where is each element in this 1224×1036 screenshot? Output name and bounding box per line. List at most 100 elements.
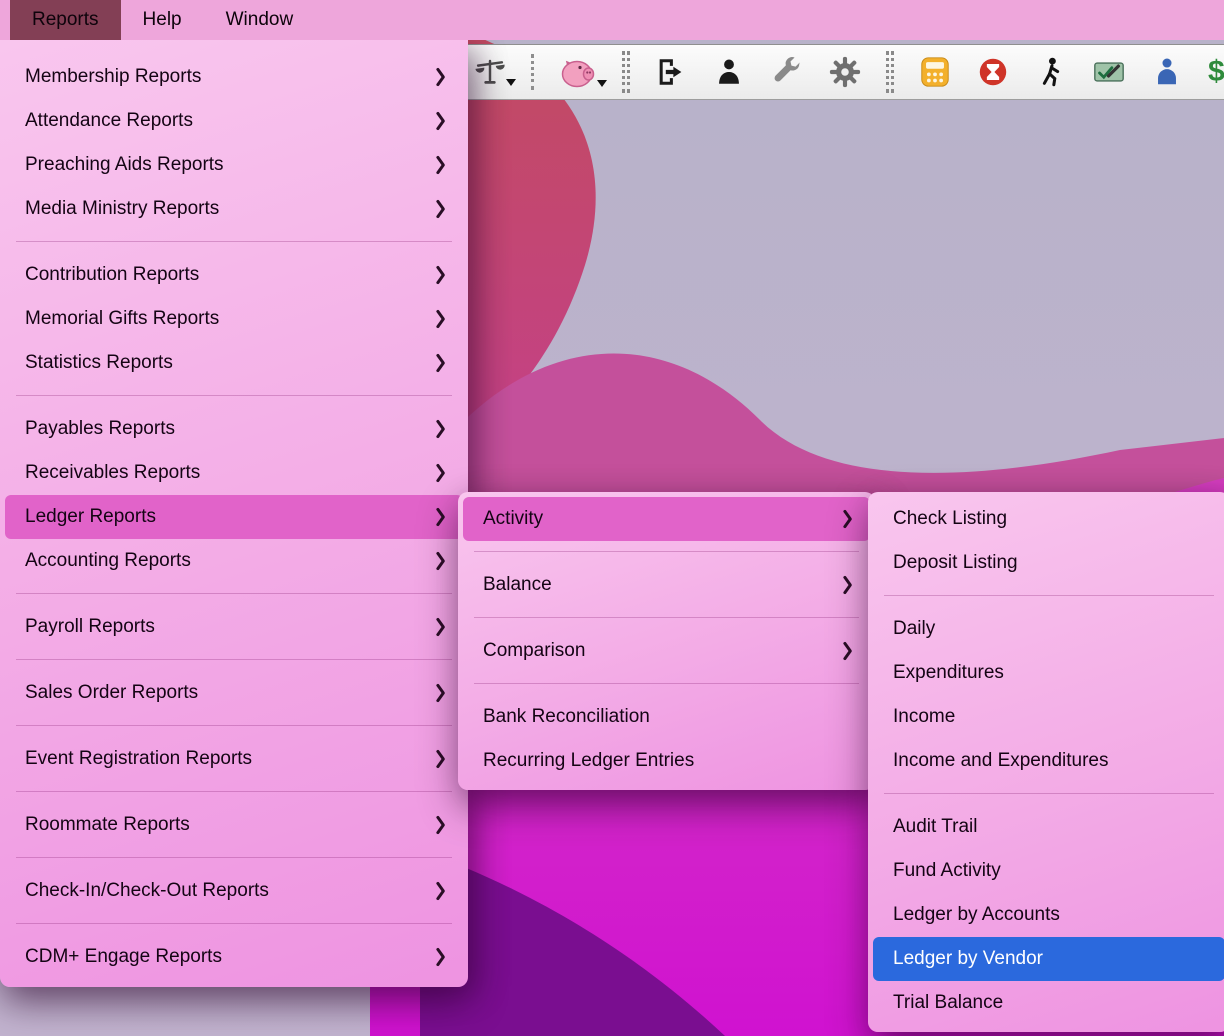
- toolbar-separator: [531, 54, 534, 90]
- hourglass-icon[interactable]: [976, 55, 1010, 89]
- piggy-bank-icon[interactable]: [558, 54, 598, 90]
- menu-item-expenditures[interactable]: Expenditures: [873, 651, 1224, 695]
- menu-item-media-ministry-reports[interactable]: Media Ministry Reports: [5, 187, 463, 231]
- menu-item-label: Trial Balance: [893, 992, 1210, 1014]
- menu-item-membership-reports[interactable]: Membership Reports: [5, 55, 463, 99]
- check-register-icon[interactable]: [1092, 55, 1126, 89]
- submenu-chevron-icon: [436, 507, 448, 527]
- menu-item-label: Bank Reconciliation: [483, 706, 855, 728]
- menu-separator: [16, 857, 452, 858]
- menu-separator: [16, 395, 452, 396]
- scales-icon[interactable]: [473, 55, 507, 89]
- submenu-chevron-icon: [843, 509, 855, 529]
- submenu-chevron-icon: [436, 683, 448, 703]
- submenu-chevron-icon: [436, 111, 448, 131]
- toolbar-group-separator: [886, 51, 894, 93]
- submenu-chevron-icon: [436, 617, 448, 637]
- menu-item-roommate-reports[interactable]: Roommate Reports: [5, 803, 463, 847]
- submenu-chevron-icon: [843, 575, 855, 595]
- menu-item-bank-reconciliation[interactable]: Bank Reconciliation: [463, 695, 870, 739]
- gear-icon[interactable]: [828, 55, 862, 89]
- menu-item-label: Income and Expenditures: [893, 750, 1210, 772]
- submenu-chevron-icon: [436, 265, 448, 285]
- menu-separator: [16, 593, 452, 594]
- menu-item-income-and-expenditures[interactable]: Income and Expenditures: [873, 739, 1224, 783]
- menu-item-contribution-reports[interactable]: Contribution Reports: [5, 253, 463, 297]
- menubar: Reports Help Window: [0, 0, 1224, 40]
- menu-item-label: Deposit Listing: [893, 552, 1210, 574]
- menu-item-statistics-reports[interactable]: Statistics Reports: [5, 341, 463, 385]
- menu-item-sales-order-reports[interactable]: Sales Order Reports: [5, 671, 463, 715]
- menu-item-label: Balance: [483, 574, 843, 596]
- calculator-icon[interactable]: [918, 55, 952, 89]
- menu-item-label: Attendance Reports: [25, 110, 436, 132]
- menubar-item-help[interactable]: Help: [121, 0, 204, 40]
- menu-item-label: Activity: [483, 508, 843, 530]
- menu-item-deposit-listing[interactable]: Deposit Listing: [873, 541, 1224, 585]
- wrench-icon[interactable]: [770, 55, 804, 89]
- submenu-chevron-icon: [436, 199, 448, 219]
- menu-item-label: Audit Trail: [893, 816, 1210, 838]
- menu-item-label: Preaching Aids Reports: [25, 154, 436, 176]
- submenu-chevron-icon: [436, 749, 448, 769]
- menu-item-income[interactable]: Income: [873, 695, 1224, 739]
- menu-item-fund-activity[interactable]: Fund Activity: [873, 849, 1224, 893]
- menu-item-check-listing[interactable]: Check Listing: [873, 497, 1224, 541]
- menu-item-ledger-by-accounts[interactable]: Ledger by Accounts: [873, 893, 1224, 937]
- menu-item-label: Membership Reports: [25, 66, 436, 88]
- menu-separator: [474, 683, 859, 684]
- menu-item-ledger-reports[interactable]: Ledger Reports: [5, 495, 463, 539]
- menu-item-accounting-reports[interactable]: Accounting Reports: [5, 539, 463, 583]
- menu-item-payables-reports[interactable]: Payables Reports: [5, 407, 463, 451]
- menu-item-label: Memorial Gifts Reports: [25, 308, 436, 330]
- submenu-chevron-icon: [436, 463, 448, 483]
- menu-item-label: CDM+ Engage Reports: [25, 946, 436, 968]
- menu-item-label: Roommate Reports: [25, 814, 436, 836]
- menu-separator: [16, 923, 452, 924]
- menu-item-payroll-reports[interactable]: Payroll Reports: [5, 605, 463, 649]
- menu-item-comparison[interactable]: Comparison: [463, 629, 870, 673]
- menu-item-label: Ledger by Vendor: [893, 948, 1210, 970]
- menu-item-cdm-engage-reports[interactable]: CDM+ Engage Reports: [5, 935, 463, 979]
- menu-item-activity[interactable]: Activity: [463, 497, 870, 541]
- dollar-icon[interactable]: $: [1208, 55, 1224, 89]
- menu-item-label: Recurring Ledger Entries: [483, 750, 855, 772]
- menu-item-receivables-reports[interactable]: Receivables Reports: [5, 451, 463, 495]
- menu-item-label: Event Registration Reports: [25, 748, 436, 770]
- menu-item-memorial-gifts-reports[interactable]: Memorial Gifts Reports: [5, 297, 463, 341]
- dropdown-caret-icon: [506, 79, 516, 86]
- menu-separator: [16, 659, 452, 660]
- menu-item-check-in-check-out-reports[interactable]: Check-In/Check-Out Reports: [5, 869, 463, 913]
- person-icon[interactable]: [712, 55, 746, 89]
- menu-item-label: Check Listing: [893, 508, 1210, 530]
- menu-item-attendance-reports[interactable]: Attendance Reports: [5, 99, 463, 143]
- menu-item-label: Income: [893, 706, 1210, 728]
- menu-item-preaching-aids-reports[interactable]: Preaching Aids Reports: [5, 143, 463, 187]
- menu-separator: [474, 617, 859, 618]
- walking-person-icon[interactable]: [1034, 55, 1068, 89]
- menu-separator: [884, 793, 1214, 794]
- exit-door-icon[interactable]: [654, 55, 688, 89]
- menu-item-label: Daily: [893, 618, 1210, 640]
- menubar-item-window[interactable]: Window: [204, 0, 316, 40]
- submenu-chevron-icon: [436, 155, 448, 175]
- menu-item-label: Payroll Reports: [25, 616, 436, 638]
- menu-item-audit-trail[interactable]: Audit Trail: [873, 805, 1224, 849]
- menu-separator: [16, 791, 452, 792]
- menubar-item-reports[interactable]: Reports: [10, 0, 121, 40]
- menu-item-recurring-ledger-entries[interactable]: Recurring Ledger Entries: [463, 739, 870, 783]
- menu-item-balance[interactable]: Balance: [463, 563, 870, 607]
- menu-item-label: Contribution Reports: [25, 264, 436, 286]
- menu-item-label: Sales Order Reports: [25, 682, 436, 704]
- submenu-chevron-icon: [436, 353, 448, 373]
- menu-item-event-registration-reports[interactable]: Event Registration Reports: [5, 737, 463, 781]
- people-icon[interactable]: [1150, 55, 1184, 89]
- menu-item-ledger-by-vendor[interactable]: Ledger by Vendor: [873, 937, 1224, 981]
- submenu-chevron-icon: [843, 641, 855, 661]
- menu-item-label: Comparison: [483, 640, 843, 662]
- menu-item-label: Receivables Reports: [25, 462, 436, 484]
- menu-item-daily[interactable]: Daily: [873, 607, 1224, 651]
- menu-item-label: Payables Reports: [25, 418, 436, 440]
- dropdown-caret-icon: [597, 80, 607, 87]
- menu-item-trial-balance[interactable]: Trial Balance: [873, 981, 1224, 1025]
